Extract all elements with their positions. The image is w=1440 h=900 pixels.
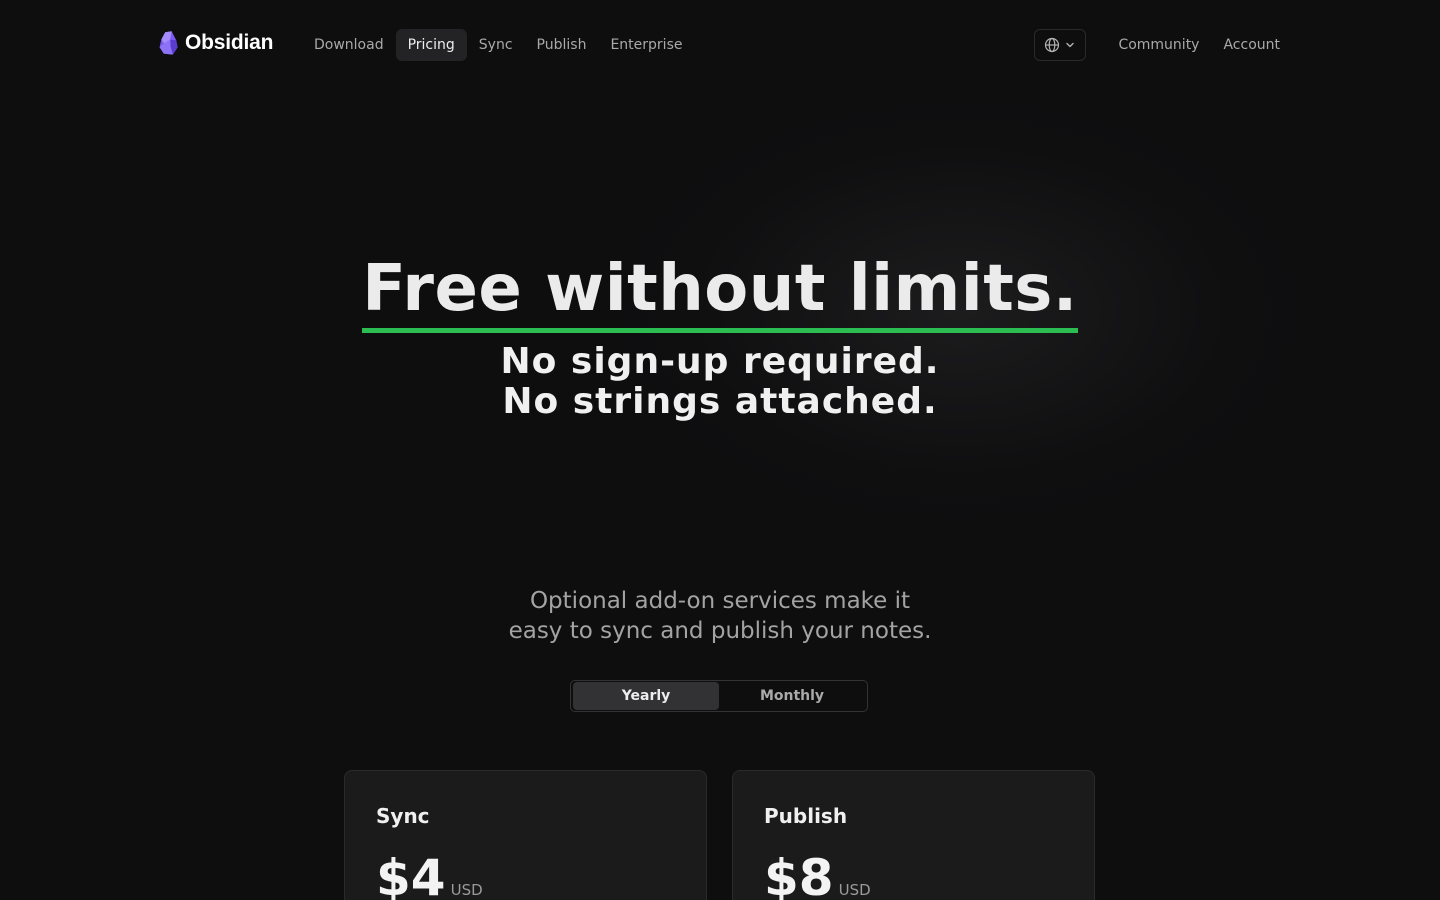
hero-subtitle-line-1: No sign-up required. [500, 341, 940, 382]
addon-description-line-1: Optional add-on services make it [529, 588, 911, 614]
top-navigation: Obsidian Download Pricing Sync Publish E… [0, 0, 1440, 88]
price-amount: $4 [376, 849, 446, 900]
pricing-page: Obsidian Download Pricing Sync Publish E… [0, 0, 1440, 900]
nav-link-enterprise[interactable]: Enterprise [598, 29, 694, 61]
hero-title: Free without limits. [0, 250, 1440, 333]
nav-link-community[interactable]: Community [1094, 29, 1199, 61]
plan-price: $4 USD [376, 849, 483, 900]
chevron-down-icon [1066, 42, 1074, 48]
price-currency: USD [838, 881, 871, 899]
plan-card-publish: Publish $8 USD [732, 770, 1095, 900]
language-selector-button[interactable] [1034, 29, 1086, 61]
hero-subtitle: No sign-up required. No strings attached… [0, 342, 1440, 422]
plan-name: Publish [764, 804, 848, 828]
globe-icon [1044, 37, 1060, 53]
nav-link-publish[interactable]: Publish [525, 29, 599, 61]
addon-description-line-2: easy to sync and publish your notes. [508, 618, 932, 644]
plan-price: $8 USD [764, 849, 871, 900]
addon-description: Optional add-on services make it easy to… [0, 586, 1440, 646]
price-amount: $8 [764, 849, 834, 900]
obsidian-logo-icon [159, 31, 178, 55]
plan-card-sync: Sync $4 USD [344, 770, 707, 900]
nav-link-download[interactable]: Download [302, 29, 396, 61]
billing-period-toggle: Yearly Monthly [570, 680, 868, 712]
nav-link-account[interactable]: Account [1199, 29, 1280, 61]
nav-link-sync[interactable]: Sync [467, 29, 525, 61]
primary-nav: Download Pricing Sync Publish Enterprise [302, 29, 694, 61]
price-currency: USD [450, 881, 483, 899]
hero-title-text: Free without limits. [362, 250, 1078, 333]
obsidian-logo-link[interactable]: Obsidian [159, 31, 273, 55]
nav-link-pricing[interactable]: Pricing [395, 29, 467, 61]
secondary-nav: Community Account [1094, 29, 1280, 61]
plan-name: Sync [376, 804, 430, 828]
toggle-option-monthly[interactable]: Monthly [719, 682, 865, 710]
brand-name: Obsidian [185, 31, 274, 54]
toggle-option-yearly[interactable]: Yearly [573, 682, 719, 710]
hero-subtitle-line-2: No strings attached. [502, 381, 938, 422]
